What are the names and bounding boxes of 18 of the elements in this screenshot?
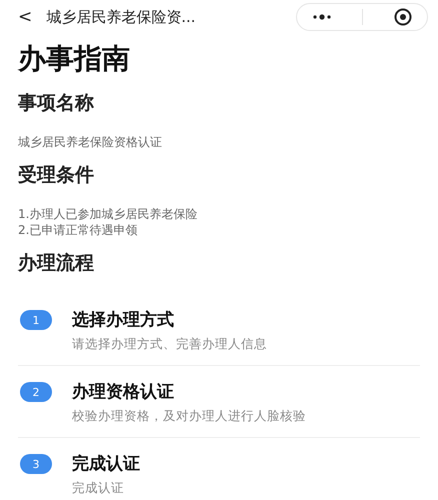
text-line: 2.已申请正常待遇申领 — [18, 222, 138, 238]
step-title: 办理资格认证 — [72, 381, 175, 403]
section-heading: 办理流程 — [18, 251, 95, 276]
step-number: 3 — [20, 454, 52, 474]
section-heading: 受理条件 — [18, 163, 95, 188]
step-description: 请选择办理方式、完善办理人信息 — [72, 336, 267, 353]
text-line: 城乡居民养老保险资格认证 — [18, 134, 163, 150]
step-description: 完成认证 — [72, 480, 125, 497]
back-button[interactable]: < — [18, 7, 32, 27]
step-description: 校验办理资格，及对办理人进行人脸核验 — [72, 408, 306, 425]
heading: 办事指南 — [18, 41, 131, 77]
text-line: 1.办理人已参加城乡居民养老保险 — [18, 206, 198, 222]
step-number: 1 — [20, 310, 52, 330]
step-title: 选择办理方式 — [72, 309, 175, 331]
step-number: 2 — [20, 382, 52, 402]
page-title: 城乡居民养老保险资... — [46, 8, 197, 26]
section-heading: 事项名称 — [18, 91, 95, 116]
step-title: 完成认证 — [72, 453, 140, 475]
